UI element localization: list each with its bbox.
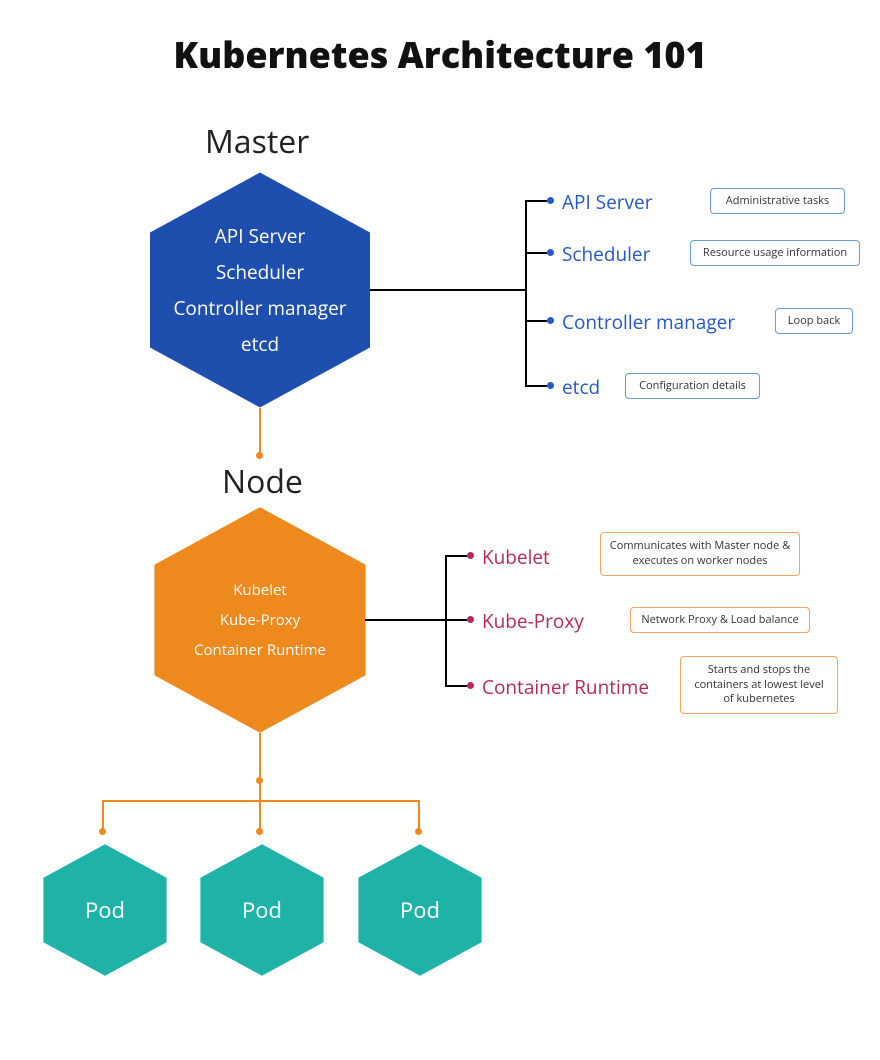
master-hexagon: API Server Scheduler Controller manager … — [135, 165, 385, 415]
node-desc-kube-proxy: Network Proxy & Load balance — [630, 607, 810, 633]
page-title: Kubernetes Architecture 101 — [0, 30, 880, 79]
connector — [525, 252, 547, 254]
connector-dot — [547, 249, 554, 256]
connector — [445, 619, 467, 621]
connector — [259, 780, 261, 800]
master-branch-etcd: etcd — [562, 374, 600, 400]
connector-dot — [547, 382, 554, 389]
master-desc-scheduler: Resource usage information — [690, 240, 860, 266]
connector-dot — [547, 197, 554, 204]
node-branch-kube-proxy: Kube-Proxy — [482, 608, 584, 634]
node-section-label: Node — [222, 460, 303, 503]
node-component-2: Container Runtime — [194, 635, 326, 665]
pod-label-1: Pod — [192, 840, 332, 980]
connector-dot — [467, 552, 474, 559]
connector-dot — [256, 828, 263, 835]
master-branch-api-server: API Server — [562, 189, 652, 215]
master-desc-controller-manager: Loop back — [775, 308, 853, 334]
connector-master-to-node — [259, 408, 261, 456]
connector — [370, 289, 525, 291]
master-component-1: Scheduler — [216, 254, 304, 290]
node-branch-container-runtime: Container Runtime — [482, 674, 649, 700]
node-desc-container-runtime: Starts and stops the containers at lowes… — [680, 656, 838, 714]
pod-label-0: Pod — [35, 840, 175, 980]
pod-label-2: Pod — [350, 840, 490, 980]
pod-hexagon-0: Pod — [35, 840, 175, 980]
connector — [525, 200, 547, 202]
connector — [259, 733, 261, 780]
master-branch-controller-manager: Controller manager — [562, 309, 735, 335]
master-section-label: Master — [205, 120, 309, 163]
connector — [445, 555, 447, 686]
connector — [525, 320, 547, 322]
connector-dot — [415, 828, 422, 835]
master-component-0: API Server — [215, 218, 305, 254]
master-desc-api-server: Administrative tasks — [710, 188, 845, 214]
master-branch-scheduler: Scheduler — [562, 241, 650, 267]
connector — [525, 200, 527, 386]
connector-dot — [256, 452, 263, 459]
master-desc-etcd: Configuration details — [625, 373, 760, 399]
node-hexagon: Kubelet Kube-Proxy Container Runtime — [140, 500, 380, 740]
master-component-3: etcd — [241, 326, 279, 362]
connector-dot — [467, 616, 474, 623]
connector-dot — [467, 682, 474, 689]
node-component-1: Kube-Proxy — [220, 605, 300, 635]
connector — [365, 619, 445, 621]
connector-dot — [547, 317, 554, 324]
connector — [445, 685, 467, 687]
pod-hexagon-2: Pod — [350, 840, 490, 980]
connector — [102, 800, 420, 802]
connector-dot — [99, 828, 106, 835]
connector — [525, 385, 547, 387]
connector — [445, 555, 467, 557]
node-desc-kubelet: Communicates with Master node & executes… — [600, 532, 800, 576]
pod-hexagon-1: Pod — [192, 840, 332, 980]
master-component-2: Controller manager — [173, 290, 346, 326]
node-branch-kubelet: Kubelet — [482, 544, 550, 570]
node-component-0: Kubelet — [233, 575, 287, 605]
